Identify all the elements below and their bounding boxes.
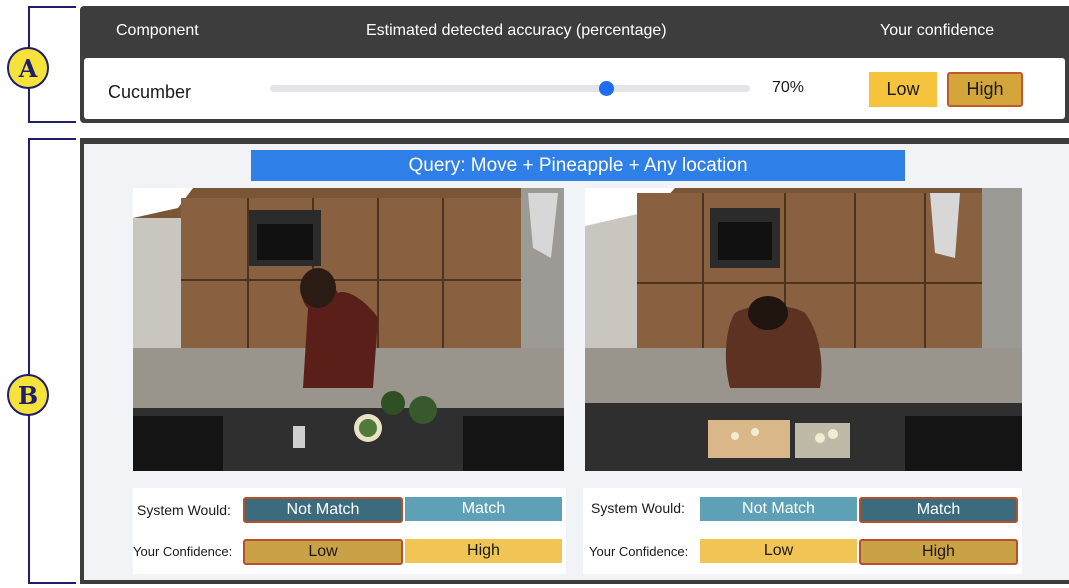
accuracy-slider-thumb[interactable] bbox=[599, 81, 614, 96]
query-bar: Query: Move + Pineapple + Any location bbox=[251, 150, 905, 181]
match-button[interactable]: Match bbox=[859, 497, 1018, 523]
section-a-label: A bbox=[7, 47, 49, 89]
your-confidence-label: Your Confidence: bbox=[133, 544, 233, 559]
confidence-high-button[interactable]: High bbox=[405, 539, 562, 563]
confidence-low-button[interactable]: Low bbox=[869, 72, 937, 107]
decision-card-left: System Would: Not Match Match Your Confi… bbox=[133, 488, 566, 574]
your-confidence-label: Your Confidence: bbox=[589, 544, 689, 559]
header-accuracy: Estimated detected accuracy (percentage) bbox=[366, 22, 667, 39]
video-frame-right[interactable] bbox=[585, 188, 1022, 471]
confidence-high-button[interactable]: High bbox=[947, 72, 1023, 107]
query-evaluation-panel: Query: Move + Pineapple + Any location S… bbox=[80, 138, 1069, 584]
confidence-high-button[interactable]: High bbox=[859, 539, 1018, 565]
system-would-label: System Would: bbox=[591, 500, 685, 516]
section-b-bracket bbox=[28, 138, 76, 584]
confidence-low-button[interactable]: Low bbox=[243, 539, 403, 565]
accuracy-value: 70% bbox=[772, 79, 805, 96]
kitchen-scene-right-image bbox=[585, 188, 1022, 471]
video-frame-left[interactable] bbox=[133, 188, 564, 471]
not-match-button[interactable]: Not Match bbox=[700, 497, 857, 521]
header-confidence: Your confidence bbox=[880, 22, 995, 39]
table-header: Component Estimated detected accuracy (p… bbox=[80, 6, 1069, 56]
confidence-low-button[interactable]: Low bbox=[700, 539, 857, 563]
table-row: Cucumber 70% Low High bbox=[84, 58, 1065, 119]
query-evaluation-content: Query: Move + Pineapple + Any location S… bbox=[84, 144, 1069, 580]
system-would-label: System Would: bbox=[137, 502, 231, 518]
section-b-label: B bbox=[7, 374, 49, 416]
match-button[interactable]: Match bbox=[405, 497, 562, 521]
header-component: Component bbox=[116, 22, 199, 39]
decision-card-right: System Would: Not Match Match Your Confi… bbox=[583, 488, 1022, 574]
component-accuracy-panel: Component Estimated detected accuracy (p… bbox=[80, 6, 1069, 123]
accuracy-slider[interactable] bbox=[270, 81, 750, 96]
not-match-button[interactable]: Not Match bbox=[243, 497, 403, 523]
component-name: Cucumber bbox=[108, 82, 192, 102]
kitchen-scene-left-image bbox=[133, 188, 564, 471]
